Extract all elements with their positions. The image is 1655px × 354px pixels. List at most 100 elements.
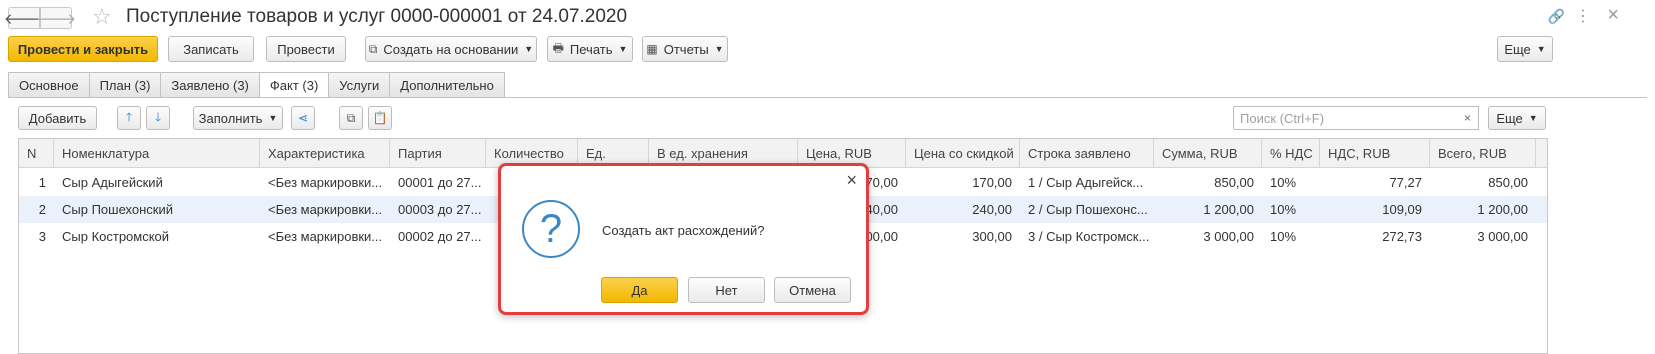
- vat-cell[interactable]: 272,73: [1320, 223, 1430, 250]
- print-label: Печать: [569, 41, 613, 57]
- paste-button[interactable]: 📋: [368, 106, 392, 130]
- batch-cell[interactable]: 00001 до 27...: [390, 169, 486, 196]
- tab-declared[interactable]: Заявлено (3): [161, 72, 260, 98]
- copy-button[interactable]: ⧉: [339, 106, 363, 130]
- cancel-button[interactable]: Отмена: [774, 277, 851, 303]
- row-number: 3: [38, 229, 46, 244]
- arrow-up-icon: 🡑: [125, 109, 133, 124]
- question-icon: ?: [522, 200, 580, 258]
- chevron-down-icon: ▼: [1536, 44, 1546, 54]
- declared-row-cell[interactable]: 2 / Сыр Пошехонс...: [1020, 196, 1154, 223]
- batch-cell[interactable]: 00003 до 27...: [390, 196, 486, 223]
- vat-cell[interactable]: 77,27: [1320, 169, 1430, 196]
- column-header[interactable]: НДС, RUB: [1320, 139, 1430, 167]
- tab-additional[interactable]: Дополнительно: [390, 72, 505, 98]
- no-button[interactable]: Нет: [688, 277, 765, 303]
- tab-main[interactable]: Основное: [8, 72, 90, 98]
- chevron-down-icon: ▼: [1528, 113, 1538, 123]
- total-cell[interactable]: 3 000,00: [1430, 223, 1536, 250]
- arrow-down-icon: 🡓: [154, 109, 162, 124]
- dialog-close-icon[interactable]: ×: [846, 170, 857, 191]
- chevron-down-icon: ▼: [268, 113, 278, 123]
- vat-cell[interactable]: 109,09: [1320, 196, 1430, 223]
- close-icon[interactable]: ×: [1607, 4, 1619, 27]
- item-cell[interactable]: Сыр Пошехонский: [54, 196, 260, 223]
- sum-cell[interactable]: 850,00: [1154, 169, 1262, 196]
- move-up-button[interactable]: 🡑: [117, 106, 141, 130]
- add-label: Добавить: [28, 110, 87, 126]
- tab-plan[interactable]: План (3): [89, 72, 162, 98]
- column-header[interactable]: Характеристика: [260, 139, 390, 167]
- split-row-button[interactable]: ⋖: [291, 106, 315, 130]
- item-cell[interactable]: Сыр Костромской: [54, 223, 260, 250]
- save-label: Записать: [183, 41, 239, 57]
- vat-rate-cell[interactable]: 10%: [1262, 196, 1320, 223]
- batch-cell[interactable]: 00002 до 27...: [390, 223, 486, 250]
- declared-row-cell[interactable]: 1 / Сыр Адыгейск...: [1020, 169, 1154, 196]
- title-bar: 🡐 🡒 ☆ Поступление товаров и услуг 0000-0…: [0, 0, 1655, 34]
- reports-icon: ▦: [646, 42, 658, 56]
- vat-rate-cell[interactable]: 10%: [1262, 223, 1320, 250]
- total-cell[interactable]: 850,00: [1430, 169, 1536, 196]
- tab-services[interactable]: Услуги: [329, 72, 391, 98]
- column-header[interactable]: Номенклатура: [54, 139, 260, 167]
- more-vertical-icon[interactable]: ⋮: [1575, 6, 1591, 26]
- printer-icon: 🖶: [552, 40, 564, 55]
- paste-icon: 📋: [372, 111, 388, 125]
- sum-cell[interactable]: 1 200,00: [1154, 196, 1262, 223]
- column-header[interactable]: Партия: [390, 139, 486, 167]
- discount-price-cell[interactable]: 240,00: [906, 196, 1020, 223]
- discount-price-cell[interactable]: 300,00: [906, 223, 1020, 250]
- column-header[interactable]: Строка заявлено: [1020, 139, 1154, 167]
- fill-label: Заполнить: [198, 110, 263, 126]
- more-actions-button[interactable]: Еще ▼: [1497, 36, 1553, 62]
- forward-button[interactable]: 🡒: [36, 7, 76, 29]
- create-based-label: Создать на основании: [383, 41, 519, 57]
- characteristic-cell[interactable]: <Без маркировки...: [260, 169, 390, 196]
- total-cell[interactable]: 1 200,00: [1430, 196, 1536, 223]
- post-label: Провести: [277, 41, 335, 57]
- fill-button[interactable]: Заполнить ▼: [193, 106, 283, 130]
- row-number: 2: [38, 202, 46, 217]
- characteristic-cell[interactable]: <Без маркировки...: [260, 223, 390, 250]
- column-header[interactable]: N: [19, 139, 54, 167]
- reports-button[interactable]: ▦ Отчеты ▼: [642, 36, 728, 62]
- tab-divider: [8, 97, 1647, 98]
- chevron-down-icon: ▼: [524, 44, 534, 54]
- search-clear-button[interactable]: ×: [1457, 106, 1479, 130]
- favorite-star-icon[interactable]: ☆: [92, 4, 112, 30]
- split-icon: ⋖: [297, 111, 309, 125]
- table-more-button[interactable]: Еще ▼: [1488, 106, 1546, 130]
- close-icon: ×: [1463, 111, 1471, 125]
- search-input[interactable]: [1233, 106, 1479, 130]
- dialog-message: Создать акт расхождений?: [602, 223, 765, 238]
- discount-price-cell[interactable]: 170,00: [906, 169, 1020, 196]
- characteristic-cell[interactable]: <Без маркировки...: [260, 196, 390, 223]
- item-cell[interactable]: Сыр Адыгейский: [54, 169, 260, 196]
- move-down-button[interactable]: 🡓: [146, 106, 170, 130]
- reports-label: Отчеты: [663, 41, 709, 57]
- sum-cell[interactable]: 3 000,00: [1154, 223, 1262, 250]
- yes-button[interactable]: Да: [601, 277, 678, 303]
- print-button[interactable]: 🖶 Печать ▼: [547, 36, 633, 62]
- column-header[interactable]: Сумма, RUB: [1154, 139, 1262, 167]
- vat-rate-cell[interactable]: 10%: [1262, 169, 1320, 196]
- declared-row-cell[interactable]: 3 / Сыр Костромск...: [1020, 223, 1154, 250]
- create-based-on-button[interactable]: ⧉ Создать на основании ▼: [365, 36, 537, 62]
- cancel-label: Отмена: [789, 282, 836, 298]
- column-header[interactable]: % НДС: [1262, 139, 1320, 167]
- row-number: 1: [38, 175, 46, 190]
- create-based-icon: ⧉: [368, 41, 378, 56]
- chevron-down-icon: ▼: [714, 44, 724, 54]
- post-and-close-label: Провести и закрыть: [17, 41, 149, 57]
- column-header[interactable]: Всего, RUB: [1430, 139, 1536, 167]
- save-button[interactable]: Записать: [168, 36, 254, 62]
- column-header[interactable]: Цена со скидкой: [906, 139, 1020, 167]
- chevron-down-icon: ▼: [618, 44, 628, 54]
- link-icon[interactable]: 🔗: [1548, 8, 1565, 25]
- arrow-right-icon: 🡒: [35, 10, 77, 28]
- add-row-button[interactable]: Добавить: [18, 106, 97, 130]
- post-and-close-button[interactable]: Провести и закрыть: [8, 36, 158, 62]
- tab-fact[interactable]: Факт (3): [259, 72, 330, 98]
- post-button[interactable]: Провести: [266, 36, 346, 62]
